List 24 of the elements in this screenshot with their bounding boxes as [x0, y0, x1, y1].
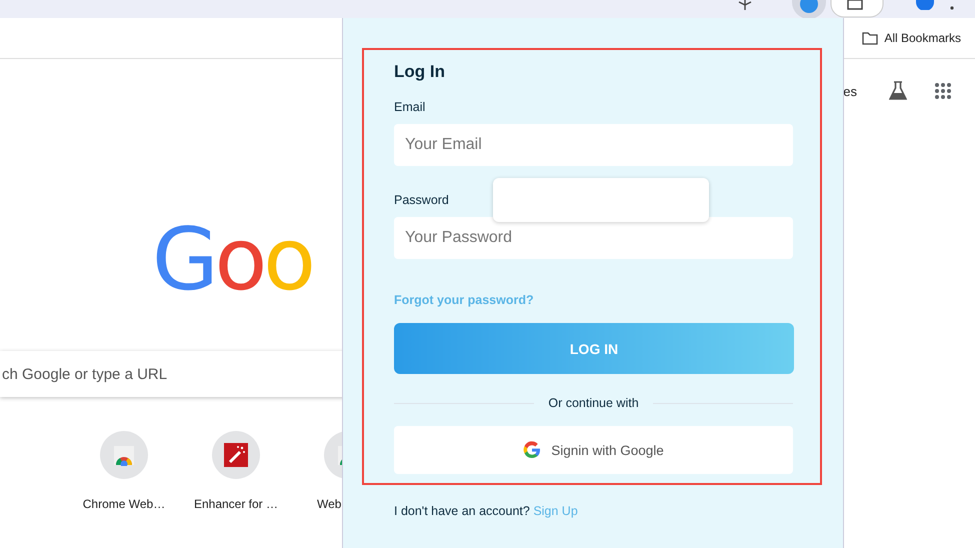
google-signin-button[interactable]: Signin with Google: [394, 426, 793, 474]
google-logo: Goo: [152, 217, 312, 303]
link-text[interactable]: es: [843, 84, 857, 98]
profile-avatar-icon[interactable]: [914, 0, 936, 10]
field-label: Password: [394, 193, 450, 207]
signup-prompt: I don't have an account? Sign Up: [394, 504, 579, 518]
folder-icon: [862, 32, 878, 44]
input-field[interactable]: Your Email: [394, 124, 793, 166]
shortcut-label[interactable]: Chrome Web…: [82, 497, 166, 511]
shortcut-tile[interactable]: [212, 431, 260, 479]
field-label: Email: [394, 100, 426, 114]
shortcut-label[interactable]: Enhancer for …: [194, 497, 278, 511]
google-icon: [523, 441, 542, 459]
shortcut-tile[interactable]: [100, 431, 148, 479]
flask-icon[interactable]: [889, 81, 907, 101]
login-title: Log In: [394, 62, 446, 82]
input-field[interactable]: Your Password: [394, 217, 793, 259]
extension-icon[interactable]: [792, 0, 826, 18]
tab-search-icon[interactable]: [830, 0, 884, 18]
apps-grid-icon[interactable]: [935, 83, 951, 99]
magic-wand-icon: [224, 443, 248, 467]
bookmark-folder[interactable]: All Bookmarks: [884, 31, 961, 45]
web-store-icon: [113, 444, 135, 466]
divider-text: Or continue with: [548, 396, 639, 410]
